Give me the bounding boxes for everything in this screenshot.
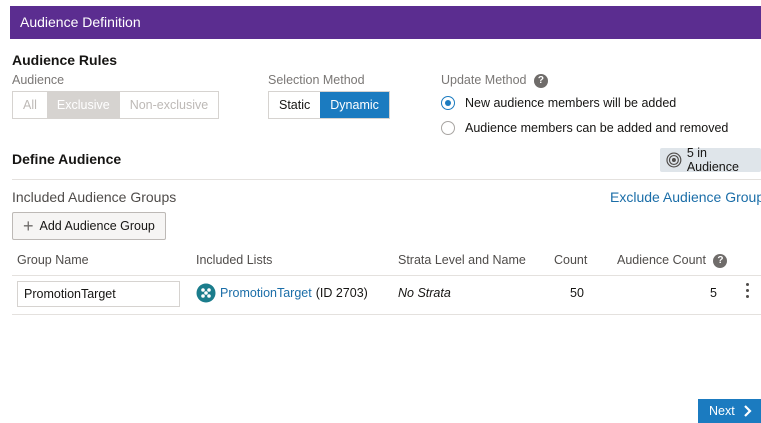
page-header: Audience Definition [10, 6, 761, 39]
audience-count-badge: 5 in Audience [660, 146, 761, 174]
audience-count-cell: 5 [710, 286, 717, 300]
help-icon[interactable]: ? [533, 73, 548, 88]
update-option-add-remove[interactable]: Audience members can be added and remove… [441, 121, 728, 135]
audience-option-exclusive[interactable]: Exclusive [46, 92, 120, 118]
next-button-label: Next [709, 404, 735, 418]
included-groups-label: Included Audience Groups [12, 189, 177, 205]
col-header-audience-count: Audience Count [617, 253, 706, 267]
update-method-label-row: Update Method ? [441, 73, 548, 88]
radio-checked-icon[interactable] [441, 96, 455, 110]
audience-option-non-exclusive[interactable]: Non-exclusive [119, 92, 219, 118]
help-icon[interactable]: ? [713, 253, 728, 268]
update-option-add-label: New audience members will be added [465, 96, 677, 110]
col-header-group-name: Group Name [17, 253, 89, 267]
divider [12, 179, 761, 180]
next-button[interactable]: Next [698, 399, 761, 423]
audience-label: Audience [12, 73, 65, 87]
audience-rules-title: Audience Rules [12, 52, 118, 68]
col-header-strata: Strata Level and Name [398, 253, 526, 267]
target-icon [666, 152, 682, 168]
plus-icon: + [23, 216, 34, 236]
table-row-divider [12, 314, 761, 315]
col-header-count: Count [554, 253, 588, 267]
table-header-divider [12, 275, 761, 276]
row-actions-menu-icon[interactable] [746, 283, 750, 301]
define-audience-title: Define Audience [12, 151, 122, 167]
audience-option-all[interactable]: All [13, 92, 47, 118]
included-list-cell: PromotionTarget (ID 2703) [196, 283, 368, 303]
included-list-link[interactable]: PromotionTarget [220, 286, 312, 300]
add-audience-group-label: Add Audience Group [39, 219, 155, 233]
radio-unchecked-icon[interactable] [441, 121, 455, 135]
update-option-add-remove-label: Audience members can be added and remove… [465, 121, 729, 135]
chevron-right-icon [743, 405, 752, 417]
included-list-id: (ID 2703) [315, 286, 368, 300]
list-icon [196, 283, 216, 303]
update-method-label: Update Method [441, 73, 527, 87]
col-header-audience-count-wrap: Audience Count ? [617, 253, 728, 268]
update-option-add[interactable]: New audience members will be added [441, 96, 676, 110]
audience-count-badge-text: 5 in Audience [686, 146, 739, 174]
col-header-included-lists: Included Lists [196, 253, 273, 267]
selection-method-label: Selection Method [268, 73, 365, 87]
exclude-groups-link[interactable]: Exclude Audience Groups [610, 189, 761, 205]
audience-segmented-control: All Exclusive Non-exclusive [12, 91, 220, 119]
selection-method-control: Static Dynamic [268, 91, 390, 119]
selection-option-dynamic[interactable]: Dynamic [320, 92, 389, 118]
selection-option-static[interactable]: Static [269, 92, 321, 118]
strata-cell: No Strata [398, 286, 451, 300]
add-audience-group-button[interactable]: + Add Audience Group [12, 212, 166, 240]
page-title: Audience Definition [20, 14, 141, 30]
group-name-input[interactable]: PromotionTarget [17, 281, 180, 307]
count-cell: 50 [570, 286, 584, 300]
